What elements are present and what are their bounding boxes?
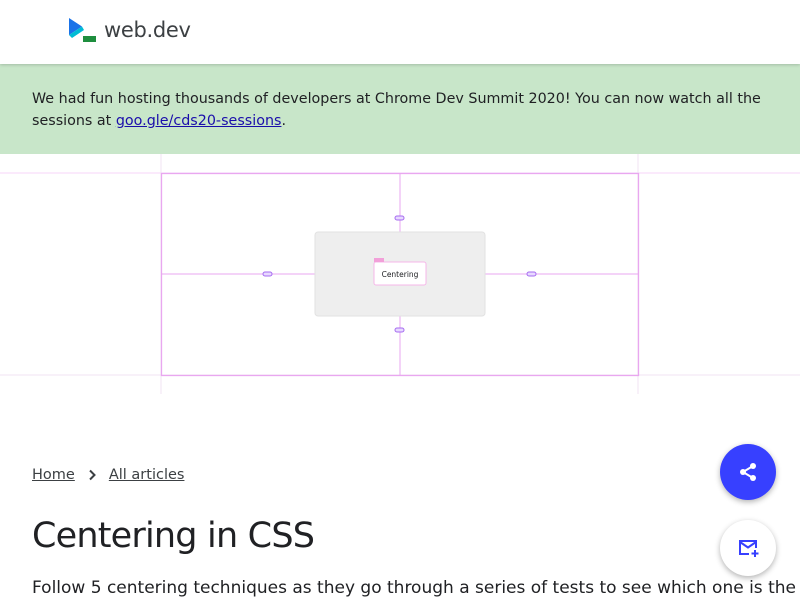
chevron-right-icon [89,469,96,481]
share-button[interactable] [720,444,776,500]
sessions-link[interactable]: goo.gle/cds20-sessions [116,113,282,129]
breadcrumb-all-articles[interactable]: All articles [109,467,185,483]
subscribe-button[interactable] [720,520,776,576]
handle-top [394,215,405,221]
site-logo-link[interactable]: web.dev [68,17,191,43]
page-title: Centering in CSS [32,516,315,556]
hero-illustration: Centering [0,154,800,394]
logo-text: web.dev [104,18,191,42]
breadcrumb-home[interactable]: Home [32,467,75,483]
handle-bottom [394,327,405,333]
article-lede: Follow 5 centering techniques as they go… [32,578,796,598]
announcement-banner: We had fun hosting thousands of develope… [0,64,800,154]
handle-right [526,271,537,277]
share-icon [740,463,756,481]
banner-message: We had fun hosting thousands of develope… [32,88,772,132]
centering-demo-label: Centering [382,270,419,279]
centering-diagram: Centering [0,154,800,394]
mail-plus-icon [739,540,759,557]
webdev-logo-icon [69,18,96,42]
handle-left [262,271,273,277]
banner-text-end: . [281,113,287,129]
top-app-bar: web.dev [0,0,800,64]
breadcrumb: Home All articles [32,466,184,484]
